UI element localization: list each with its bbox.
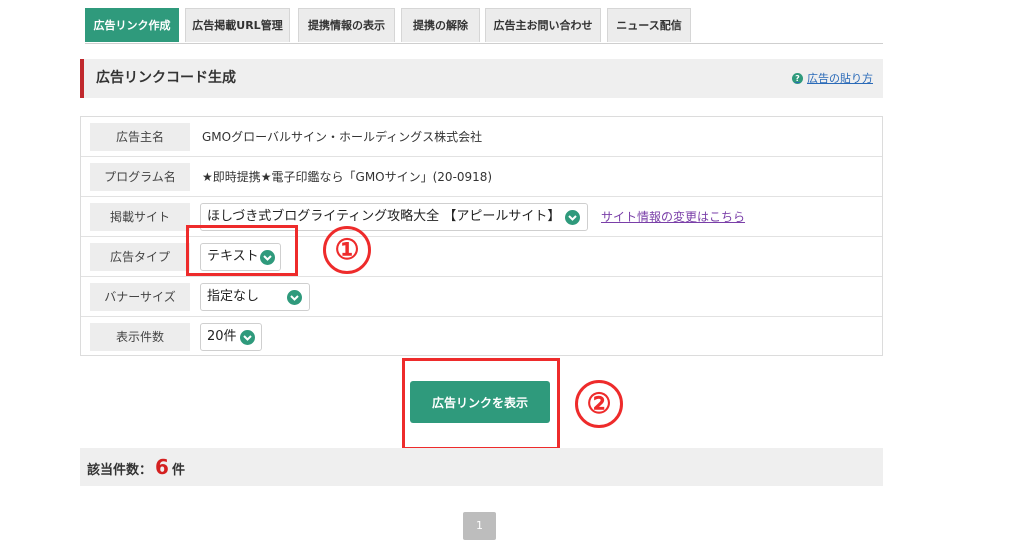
section-title: 広告リンクコード生成 bbox=[96, 70, 236, 86]
banner-size-select[interactable]: 指定なし bbox=[200, 283, 310, 311]
ad-type-label: 広告タイプ bbox=[90, 243, 190, 271]
program-value: ★即時提携★電子印鑑なら「GMOサイン」(20-0918) bbox=[202, 170, 493, 184]
results-count-unit: 件 bbox=[171, 463, 185, 478]
form-row-program: プログラム名 ★即時提携★電子印鑑なら「GMOサイン」(20-0918) bbox=[81, 157, 882, 197]
form-row-advertiser: 広告主名 GMOグローバルサイン・ホールディングス株式会社 bbox=[81, 117, 882, 157]
help-link[interactable]: ? 広告の貼り方 bbox=[792, 70, 873, 86]
results-count-label: 該当件数： bbox=[87, 463, 153, 478]
tab-news-delivery[interactable]: ニュース配信 bbox=[607, 8, 691, 42]
question-icon: ? bbox=[792, 72, 803, 84]
advertiser-label: 広告主名 bbox=[90, 123, 190, 151]
tab-divider bbox=[85, 43, 883, 44]
pagination-page-1[interactable]: 1 bbox=[463, 512, 496, 540]
annotation-box-ad-type bbox=[186, 225, 298, 276]
display-count-select[interactable]: 20件 bbox=[200, 323, 262, 351]
tab-partnership-info[interactable]: 提携情報の表示 bbox=[298, 8, 395, 42]
section-header: 広告リンクコード生成 ? 広告の貼り方 bbox=[80, 59, 883, 98]
display-count-select-value: 20件 bbox=[207, 329, 237, 344]
tab-cancel-partnership[interactable]: 提携の解除 bbox=[401, 8, 480, 42]
site-select-value: ほしづき式ブログライティング攻略大全 【アピールサイト】 bbox=[207, 209, 561, 224]
annotation-step-1: ① bbox=[323, 226, 371, 274]
tab-advertiser-inquiry[interactable]: 広告主お問い合わせ bbox=[485, 8, 601, 42]
program-label: プログラム名 bbox=[90, 163, 190, 191]
chevron-down-icon bbox=[287, 290, 302, 305]
display-count-label: 表示件数 bbox=[90, 323, 190, 351]
banner-size-label: バナーサイズ bbox=[90, 283, 190, 311]
form-row-banner-size: バナーサイズ 指定なし bbox=[81, 277, 882, 317]
show-ad-link-button[interactable]: 広告リンクを表示 bbox=[410, 381, 550, 423]
results-count-bar: 該当件数： 6 件 bbox=[80, 448, 883, 486]
annotation-step-2: ② bbox=[575, 380, 623, 428]
tab-bar: 広告リンク作成 広告掲載URL管理 提携情報の表示 提携の解除 広告主お問い合わ… bbox=[85, 8, 883, 44]
form-row-display-count: 表示件数 20件 bbox=[81, 317, 882, 357]
advertiser-value: GMOグローバルサイン・ホールディングス株式会社 bbox=[202, 130, 483, 144]
banner-size-select-value: 指定なし bbox=[207, 289, 260, 304]
help-link-label: 広告の貼り方 bbox=[807, 72, 873, 85]
results-count-number: 6 bbox=[155, 455, 169, 479]
site-label: 掲載サイト bbox=[90, 203, 190, 231]
chevron-down-icon bbox=[565, 210, 580, 225]
tab-create-ad-link[interactable]: 広告リンク作成 bbox=[85, 8, 179, 42]
tab-ad-url-management[interactable]: 広告掲載URL管理 bbox=[185, 8, 290, 42]
chevron-down-icon bbox=[240, 330, 255, 345]
site-info-change-link[interactable]: サイト情報の変更はこちら bbox=[601, 197, 745, 237]
